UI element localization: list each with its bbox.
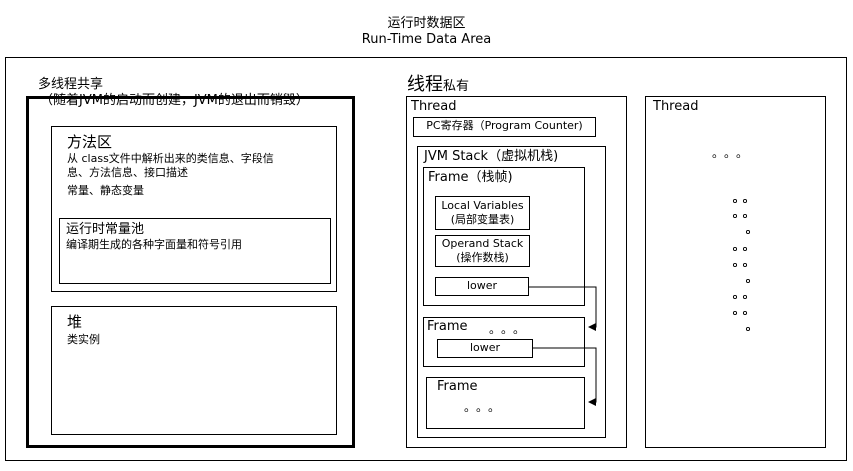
thread-2-dot-column — [732, 198, 751, 332]
diagram-overlay — [529, 198, 751, 406]
frame-2-to-frame-3-arrow — [533, 347, 597, 406]
frame-1-to-frame-2-arrow — [529, 286, 597, 331]
